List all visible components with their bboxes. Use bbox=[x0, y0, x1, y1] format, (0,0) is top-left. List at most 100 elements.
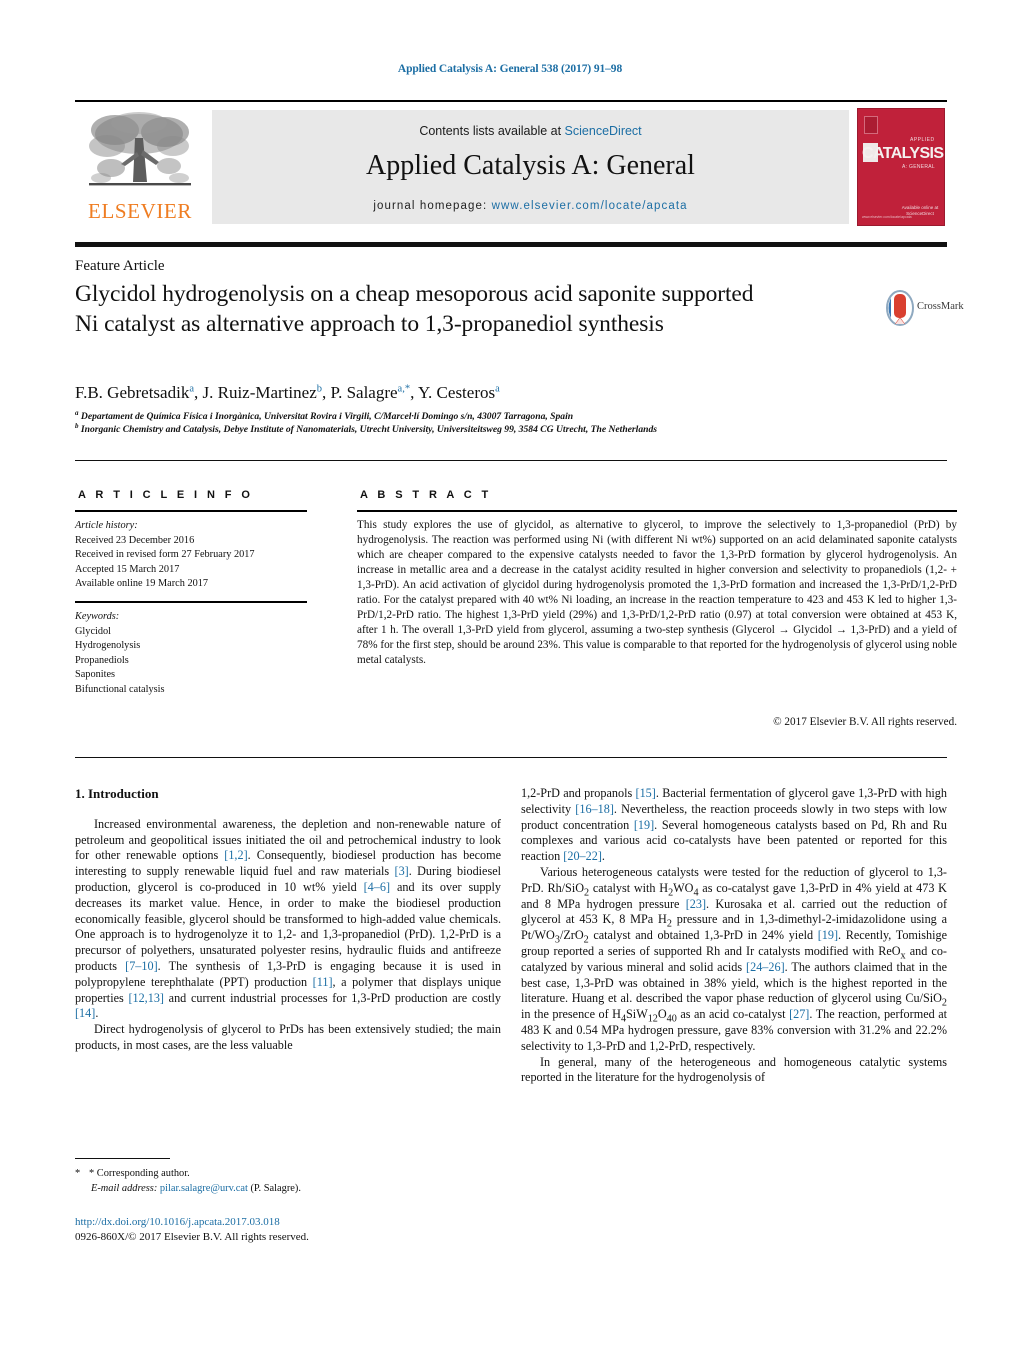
email-note: E-mail address: pilar.salagre@urv.cat (P… bbox=[75, 1181, 505, 1196]
author-name: J. Ruiz-Martinez bbox=[202, 383, 317, 402]
journal-band: Contents lists available at ScienceDirec… bbox=[212, 110, 849, 224]
paragraph: Direct hydrogenolysis of glycerol to PrD… bbox=[75, 1022, 501, 1052]
citation-ref[interactable]: [7–10] bbox=[125, 959, 158, 973]
citation-ref[interactable]: [20–22] bbox=[563, 849, 602, 863]
article-history-header: Article history: bbox=[75, 520, 138, 531]
text-run: . bbox=[601, 849, 605, 864]
doi-link[interactable]: http://dx.doi.org/10.1016/j.apcata.2017.… bbox=[75, 1216, 280, 1228]
corresponding-author-note: * * Corresponding author. bbox=[75, 1166, 505, 1181]
article-history-item: Available online 19 March 2017 bbox=[75, 578, 209, 590]
sciencedirect-link[interactable]: ScienceDirect bbox=[565, 124, 642, 138]
cover-bottom-left-text: www.elsevier.com/locate/apcata bbox=[862, 215, 912, 219]
affiliation-mark: b bbox=[75, 421, 79, 430]
abstract-rule bbox=[357, 510, 957, 512]
elsevier-tree-icon bbox=[89, 112, 191, 186]
paragraph: 1,2-PrD and propanols [15]. Bacterial fe… bbox=[521, 786, 947, 865]
journal-title: Applied Catalysis A: General bbox=[366, 150, 695, 181]
masthead-top-rule bbox=[75, 100, 947, 102]
keywords-rule bbox=[75, 601, 307, 603]
article-history-item: Accepted 15 March 2017 bbox=[75, 563, 180, 575]
article-info-label: A R T I C L E I N F O bbox=[78, 489, 254, 501]
abstract-copyright: © 2017 Elsevier B.V. All rights reserved… bbox=[773, 716, 957, 728]
abstract-block-bottom-rule bbox=[75, 757, 947, 759]
affiliation-b: b Inorganic Chemistry and Catalysis, Deb… bbox=[75, 421, 935, 435]
affiliation-text: Departament de Química Física i Inorgàni… bbox=[80, 411, 574, 422]
keyword-item: Saponites bbox=[75, 669, 116, 681]
article-type-label: Feature Article bbox=[75, 258, 165, 274]
citation-ref[interactable]: [19] bbox=[818, 928, 838, 942]
crossmark-badge-group[interactable]: CrossMark bbox=[885, 288, 964, 328]
journal-homepage-link[interactable]: www.elsevier.com/locate/apcata bbox=[492, 200, 688, 212]
author-name: Y. Cesteros bbox=[417, 383, 496, 402]
author-marks: a bbox=[189, 383, 194, 395]
elsevier-logo: ELSEVIER bbox=[77, 108, 203, 226]
corresponding-author-text: * Corresponding author. bbox=[89, 1168, 190, 1179]
email-suffix: (P. Salagre). bbox=[250, 1183, 301, 1195]
issn-copyright-line: 0926-860X/© 2017 Elsevier B.V. All right… bbox=[75, 1231, 309, 1243]
section-heading-introduction: 1. Introduction bbox=[75, 786, 159, 801]
author-list: F.B. Gebretsadika, J. Ruiz-Martinezb, P.… bbox=[75, 383, 500, 402]
abstract-text: This study explores the use of glycidol,… bbox=[357, 519, 957, 666]
footnote-rule bbox=[75, 1158, 170, 1160]
crossmark-icon bbox=[886, 290, 914, 326]
contents-available-line: Contents lists available at ScienceDirec… bbox=[212, 124, 849, 138]
text-run: 1,2-PrD and propanols bbox=[521, 786, 636, 800]
paragraph: In general, many of the heterogeneous an… bbox=[521, 1054, 947, 1085]
journal-cover-thumbnail[interactable]: APPLIED CATALYSIS A: GENERAL Available o… bbox=[857, 108, 945, 226]
abstract-label: A B S T R A C T bbox=[360, 489, 492, 501]
email-link[interactable]: pilar.salagre@urv.cat bbox=[160, 1183, 248, 1194]
text-run: and current industrial processes for 1,3… bbox=[163, 990, 502, 1005]
article-info-rule bbox=[75, 510, 307, 512]
page-title: Glycidol hydrogenolysis on a cheap mesop… bbox=[75, 281, 754, 337]
paragraph: Various heterogeneous catalysts were tes… bbox=[521, 864, 948, 1053]
keyword-item: Glycidol bbox=[75, 625, 112, 637]
keyword-item: Propanediols bbox=[75, 654, 129, 666]
citation-ref[interactable]: [1,2] bbox=[224, 848, 247, 862]
cover-subtitle: A: GENERAL bbox=[902, 164, 936, 170]
asterisk-icon: * bbox=[75, 1168, 81, 1179]
homepage-prefix: journal homepage: bbox=[373, 200, 492, 212]
author-name: F.B. Gebretsadik bbox=[75, 383, 190, 402]
text-run: . bbox=[95, 1006, 99, 1021]
author-marks: a,* bbox=[397, 383, 411, 395]
citation-ref[interactable]: [24–26] bbox=[746, 960, 785, 974]
body-column-left: 1. Introduction Increased environmental … bbox=[75, 786, 501, 1054]
citation-ref[interactable]: [27] bbox=[789, 1007, 809, 1021]
citation-ref[interactable]: [14] bbox=[75, 1006, 95, 1020]
running-head: Applied Catalysis A: General 538 (2017) … bbox=[397, 63, 623, 75]
cover-elsevier-mark-icon bbox=[864, 116, 878, 134]
affiliation-text: Inorganic Chemistry and Catalysis, Debye… bbox=[80, 424, 657, 435]
paragraph: Increased environmental awareness, the d… bbox=[75, 817, 501, 1022]
keyword-item: Bifunctional catalysis bbox=[75, 684, 165, 696]
affiliation-a: a Departament de Química Física i Inorgà… bbox=[75, 408, 935, 422]
cover-kicker: APPLIED bbox=[910, 137, 935, 143]
citation-ref[interactable]: [4–6] bbox=[364, 880, 390, 894]
footnote-block: * * Corresponding author. E-mail address:… bbox=[75, 1166, 505, 1196]
journal-homepage-line: journal homepage: www.elsevier.com/locat… bbox=[212, 200, 849, 212]
keyword-item: Hydrogenolysis bbox=[75, 640, 141, 652]
keywords-block: Keywords: Glycidol Hydrogenolysis Propan… bbox=[75, 610, 325, 698]
author-marks: b bbox=[316, 383, 322, 395]
body-column-right: 1,2-PrD and propanols [15]. Bacterial fe… bbox=[521, 786, 947, 1086]
affiliation-mark: a bbox=[75, 408, 79, 417]
elsevier-wordmark: ELSEVIER bbox=[88, 199, 192, 223]
citation-ref[interactable]: [15] bbox=[636, 786, 656, 800]
keywords-header: Keywords: bbox=[75, 611, 120, 622]
citation-ref[interactable]: [23] bbox=[686, 897, 706, 911]
author-marks: a bbox=[495, 383, 500, 395]
contents-prefix: Contents lists available at bbox=[419, 124, 565, 138]
citation-ref[interactable]: [12,13] bbox=[128, 991, 164, 1005]
citation-ref[interactable]: [3] bbox=[395, 864, 409, 878]
citation-ref[interactable]: [19] bbox=[634, 818, 654, 832]
citation-ref[interactable]: [11] bbox=[313, 975, 333, 989]
abstract-block-top-rule bbox=[75, 460, 947, 462]
citation-ref[interactable]: [16–18] bbox=[575, 802, 614, 816]
article-history-item: Received in revised form 27 February 201… bbox=[75, 549, 255, 561]
article-history-item: Received 23 December 2016 bbox=[75, 534, 195, 546]
journal-masthead: ELSEVIER Contents lists available at Sci… bbox=[75, 100, 947, 230]
article-history-block: Article history: Received 23 December 20… bbox=[75, 519, 325, 592]
crossmark-label: CrossMark bbox=[917, 301, 964, 312]
section-divider-heavy bbox=[75, 242, 947, 247]
paper-page: Applied Catalysis A: General 538 (2017) … bbox=[0, 0, 1020, 1351]
author-name: P. Salagre bbox=[330, 383, 398, 402]
